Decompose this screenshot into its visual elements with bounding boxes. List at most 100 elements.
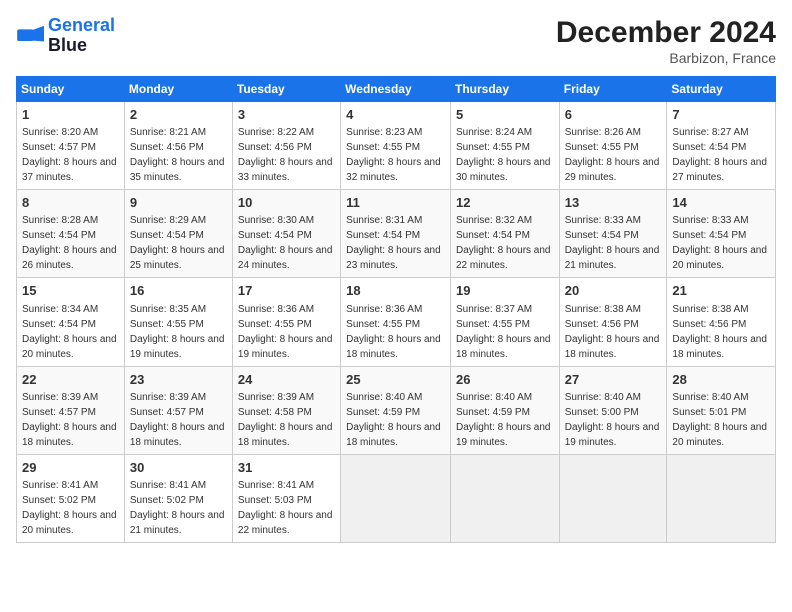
day-number: 13 bbox=[565, 194, 662, 212]
day-info: Sunrise: 8:40 AMSunset: 4:59 PMDaylight:… bbox=[456, 392, 551, 448]
day-info: Sunrise: 8:38 AMSunset: 4:56 PMDaylight:… bbox=[565, 304, 660, 360]
calendar-cell bbox=[450, 454, 559, 542]
calendar-cell: 8 Sunrise: 8:28 AMSunset: 4:54 PMDayligh… bbox=[17, 190, 125, 278]
day-info: Sunrise: 8:29 AMSunset: 4:54 PMDaylight:… bbox=[130, 215, 225, 271]
day-info: Sunrise: 8:27 AMSunset: 4:54 PMDaylight:… bbox=[672, 127, 767, 183]
calendar-cell bbox=[341, 454, 451, 542]
day-info: Sunrise: 8:39 AMSunset: 4:57 PMDaylight:… bbox=[22, 392, 117, 448]
day-info: Sunrise: 8:41 AMSunset: 5:02 PMDaylight:… bbox=[22, 480, 117, 536]
day-number: 25 bbox=[346, 371, 445, 389]
day-number: 27 bbox=[565, 371, 662, 389]
day-info: Sunrise: 8:23 AMSunset: 4:55 PMDaylight:… bbox=[346, 127, 441, 183]
calendar-cell: 18 Sunrise: 8:36 AMSunset: 4:55 PMDaylig… bbox=[341, 278, 451, 366]
day-number: 10 bbox=[238, 194, 335, 212]
page: General Blue December 2024 Barbizon, Fra… bbox=[0, 0, 792, 612]
day-number: 11 bbox=[346, 194, 445, 212]
day-number: 15 bbox=[22, 282, 119, 300]
calendar-cell: 10 Sunrise: 8:30 AMSunset: 4:54 PMDaylig… bbox=[232, 190, 340, 278]
calendar-cell bbox=[559, 454, 667, 542]
day-info: Sunrise: 8:39 AMSunset: 4:57 PMDaylight:… bbox=[130, 392, 225, 448]
week-row-1: 1 Sunrise: 8:20 AMSunset: 4:57 PMDayligh… bbox=[17, 102, 776, 190]
calendar-cell: 25 Sunrise: 8:40 AMSunset: 4:59 PMDaylig… bbox=[341, 366, 451, 454]
day-info: Sunrise: 8:41 AMSunset: 5:03 PMDaylight:… bbox=[238, 480, 333, 536]
calendar-cell: 11 Sunrise: 8:31 AMSunset: 4:54 PMDaylig… bbox=[341, 190, 451, 278]
calendar-cell: 21 Sunrise: 8:38 AMSunset: 4:56 PMDaylig… bbox=[667, 278, 776, 366]
day-number: 19 bbox=[456, 282, 554, 300]
day-info: Sunrise: 8:26 AMSunset: 4:55 PMDaylight:… bbox=[565, 127, 660, 183]
day-info: Sunrise: 8:40 AMSunset: 5:00 PMDaylight:… bbox=[565, 392, 660, 448]
calendar-header-row: SundayMondayTuesdayWednesdayThursdayFrid… bbox=[17, 77, 776, 102]
col-header-tuesday: Tuesday bbox=[232, 77, 340, 102]
calendar-cell: 27 Sunrise: 8:40 AMSunset: 5:00 PMDaylig… bbox=[559, 366, 667, 454]
day-info: Sunrise: 8:37 AMSunset: 4:55 PMDaylight:… bbox=[456, 304, 551, 360]
day-number: 26 bbox=[456, 371, 554, 389]
day-info: Sunrise: 8:20 AMSunset: 4:57 PMDaylight:… bbox=[22, 127, 117, 183]
calendar-cell: 1 Sunrise: 8:20 AMSunset: 4:57 PMDayligh… bbox=[17, 102, 125, 190]
day-number: 4 bbox=[346, 106, 445, 124]
location: Barbizon, France bbox=[556, 50, 776, 66]
calendar-cell: 9 Sunrise: 8:29 AMSunset: 4:54 PMDayligh… bbox=[124, 190, 232, 278]
day-number: 23 bbox=[130, 371, 227, 389]
calendar-cell: 2 Sunrise: 8:21 AMSunset: 4:56 PMDayligh… bbox=[124, 102, 232, 190]
calendar-cell: 7 Sunrise: 8:27 AMSunset: 4:54 PMDayligh… bbox=[667, 102, 776, 190]
calendar-cell: 14 Sunrise: 8:33 AMSunset: 4:54 PMDaylig… bbox=[667, 190, 776, 278]
day-info: Sunrise: 8:36 AMSunset: 4:55 PMDaylight:… bbox=[346, 304, 441, 360]
col-header-wednesday: Wednesday bbox=[341, 77, 451, 102]
calendar-cell: 15 Sunrise: 8:34 AMSunset: 4:54 PMDaylig… bbox=[17, 278, 125, 366]
calendar-cell: 30 Sunrise: 8:41 AMSunset: 5:02 PMDaylig… bbox=[124, 454, 232, 542]
calendar-cell: 31 Sunrise: 8:41 AMSunset: 5:03 PMDaylig… bbox=[232, 454, 340, 542]
day-info: Sunrise: 8:35 AMSunset: 4:55 PMDaylight:… bbox=[130, 304, 225, 360]
day-info: Sunrise: 8:22 AMSunset: 4:56 PMDaylight:… bbox=[238, 127, 333, 183]
calendar-cell: 23 Sunrise: 8:39 AMSunset: 4:57 PMDaylig… bbox=[124, 366, 232, 454]
day-number: 31 bbox=[238, 459, 335, 477]
day-number: 21 bbox=[672, 282, 770, 300]
day-number: 6 bbox=[565, 106, 662, 124]
calendar-cell: 17 Sunrise: 8:36 AMSunset: 4:55 PMDaylig… bbox=[232, 278, 340, 366]
calendar-cell: 20 Sunrise: 8:38 AMSunset: 4:56 PMDaylig… bbox=[559, 278, 667, 366]
day-number: 14 bbox=[672, 194, 770, 212]
day-info: Sunrise: 8:30 AMSunset: 4:54 PMDaylight:… bbox=[238, 215, 333, 271]
header: General Blue December 2024 Barbizon, Fra… bbox=[16, 16, 776, 66]
calendar-cell: 19 Sunrise: 8:37 AMSunset: 4:55 PMDaylig… bbox=[450, 278, 559, 366]
calendar-cell: 6 Sunrise: 8:26 AMSunset: 4:55 PMDayligh… bbox=[559, 102, 667, 190]
day-info: Sunrise: 8:31 AMSunset: 4:54 PMDaylight:… bbox=[346, 215, 441, 271]
day-number: 28 bbox=[672, 371, 770, 389]
calendar-cell: 28 Sunrise: 8:40 AMSunset: 5:01 PMDaylig… bbox=[667, 366, 776, 454]
week-row-5: 29 Sunrise: 8:41 AMSunset: 5:02 PMDaylig… bbox=[17, 454, 776, 542]
title-block: December 2024 Barbizon, France bbox=[556, 16, 776, 66]
calendar-cell bbox=[667, 454, 776, 542]
logo: General Blue bbox=[16, 16, 115, 56]
month-title: December 2024 bbox=[556, 16, 776, 50]
day-info: Sunrise: 8:36 AMSunset: 4:55 PMDaylight:… bbox=[238, 304, 333, 360]
day-number: 16 bbox=[130, 282, 227, 300]
week-row-2: 8 Sunrise: 8:28 AMSunset: 4:54 PMDayligh… bbox=[17, 190, 776, 278]
week-row-4: 22 Sunrise: 8:39 AMSunset: 4:57 PMDaylig… bbox=[17, 366, 776, 454]
calendar-cell: 24 Sunrise: 8:39 AMSunset: 4:58 PMDaylig… bbox=[232, 366, 340, 454]
day-info: Sunrise: 8:40 AMSunset: 5:01 PMDaylight:… bbox=[672, 392, 767, 448]
logo-icon bbox=[16, 22, 44, 50]
day-number: 12 bbox=[456, 194, 554, 212]
day-info: Sunrise: 8:41 AMSunset: 5:02 PMDaylight:… bbox=[130, 480, 225, 536]
day-info: Sunrise: 8:33 AMSunset: 4:54 PMDaylight:… bbox=[672, 215, 767, 271]
day-info: Sunrise: 8:38 AMSunset: 4:56 PMDaylight:… bbox=[672, 304, 767, 360]
day-number: 22 bbox=[22, 371, 119, 389]
day-info: Sunrise: 8:39 AMSunset: 4:58 PMDaylight:… bbox=[238, 392, 333, 448]
col-header-sunday: Sunday bbox=[17, 77, 125, 102]
day-info: Sunrise: 8:21 AMSunset: 4:56 PMDaylight:… bbox=[130, 127, 225, 183]
day-info: Sunrise: 8:40 AMSunset: 4:59 PMDaylight:… bbox=[346, 392, 441, 448]
day-info: Sunrise: 8:24 AMSunset: 4:55 PMDaylight:… bbox=[456, 127, 551, 183]
calendar-cell: 3 Sunrise: 8:22 AMSunset: 4:56 PMDayligh… bbox=[232, 102, 340, 190]
col-header-friday: Friday bbox=[559, 77, 667, 102]
col-header-monday: Monday bbox=[124, 77, 232, 102]
day-number: 3 bbox=[238, 106, 335, 124]
day-number: 2 bbox=[130, 106, 227, 124]
calendar-cell: 22 Sunrise: 8:39 AMSunset: 4:57 PMDaylig… bbox=[17, 366, 125, 454]
day-number: 5 bbox=[456, 106, 554, 124]
day-info: Sunrise: 8:32 AMSunset: 4:54 PMDaylight:… bbox=[456, 215, 551, 271]
calendar-cell: 4 Sunrise: 8:23 AMSunset: 4:55 PMDayligh… bbox=[341, 102, 451, 190]
day-number: 1 bbox=[22, 106, 119, 124]
day-number: 18 bbox=[346, 282, 445, 300]
day-number: 24 bbox=[238, 371, 335, 389]
day-number: 29 bbox=[22, 459, 119, 477]
day-number: 17 bbox=[238, 282, 335, 300]
